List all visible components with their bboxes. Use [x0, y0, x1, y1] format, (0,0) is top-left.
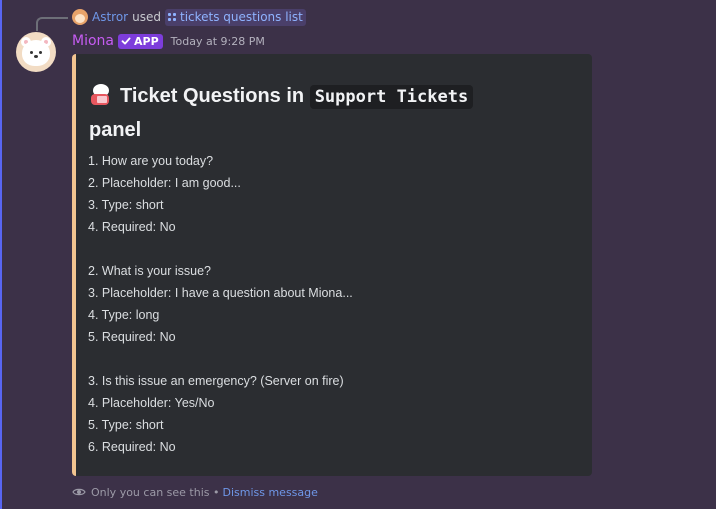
panel-name-code: Support Tickets	[309, 85, 474, 109]
ephemeral-footer: Only you can see this • Dismiss message	[72, 484, 318, 500]
dismiss-message-link[interactable]: Dismiss message	[222, 486, 317, 499]
question-block: 1. How are you today? 2. Placeholder: I …	[88, 150, 578, 238]
author-avatar[interactable]	[16, 32, 56, 72]
question-line: 6. Required: No	[88, 440, 176, 454]
question-line: 4. Type: long	[88, 308, 160, 322]
question-line: 1. How are you today?	[88, 154, 214, 168]
app-badge: APP	[118, 33, 163, 49]
author-username[interactable]: Miona	[72, 33, 114, 49]
bear-eye-icon	[39, 51, 42, 54]
app-badge-label: APP	[134, 34, 159, 48]
question-line: 3. Placeholder: I have a question about …	[88, 286, 353, 300]
embed-title: Ticket Questions in Support Tickets pane…	[89, 80, 579, 147]
question-line: 4. Required: No	[88, 220, 176, 234]
question-block: 2. What is your issue? 3. Placeholder: I…	[88, 260, 578, 348]
reply-username[interactable]: Astror	[92, 10, 128, 24]
command-reply-context: Astror used tickets questions list	[72, 8, 306, 26]
bear-emoji-icon	[89, 83, 115, 105]
question-line: 5. Required: No	[88, 330, 176, 344]
question-line: 2. Placeholder: I am good...	[88, 176, 241, 190]
embed-title-suffix: panel	[89, 119, 142, 141]
ephemeral-notice: Only you can see this •	[91, 485, 220, 499]
message-header: Miona APP Today at 9:28 PM	[72, 31, 265, 51]
command-chip[interactable]: tickets questions list	[164, 8, 306, 26]
embed-title-prefix: Ticket Questions in	[120, 85, 305, 107]
bear-nose-icon	[34, 55, 38, 58]
mention-highlight-bar	[0, 0, 2, 509]
question-line: 4. Placeholder: Yes/No	[88, 396, 215, 410]
slash-command-icon	[167, 13, 176, 21]
eye-icon	[72, 488, 86, 496]
question-line: 3. Type: short	[88, 198, 164, 212]
verified-check-icon	[121, 37, 131, 45]
reply-connector-line	[36, 17, 68, 31]
question-block: 3. Is this issue an emergency? (Server o…	[88, 370, 578, 458]
message-timestamp[interactable]: Today at 9:28 PM	[171, 35, 265, 48]
question-line: 5. Type: short	[88, 418, 164, 432]
reply-user-avatar-icon[interactable]	[72, 9, 88, 25]
command-name: tickets questions list	[179, 10, 303, 24]
reply-used-label: used	[132, 10, 161, 24]
ticket-questions-embed: Ticket Questions in Support Tickets pane…	[72, 54, 592, 476]
bear-face-icon	[22, 40, 50, 66]
question-line: 2. What is your issue?	[88, 264, 211, 278]
bear-eye-icon	[30, 51, 33, 54]
question-line: 3. Is this issue an emergency? (Server o…	[88, 374, 344, 388]
